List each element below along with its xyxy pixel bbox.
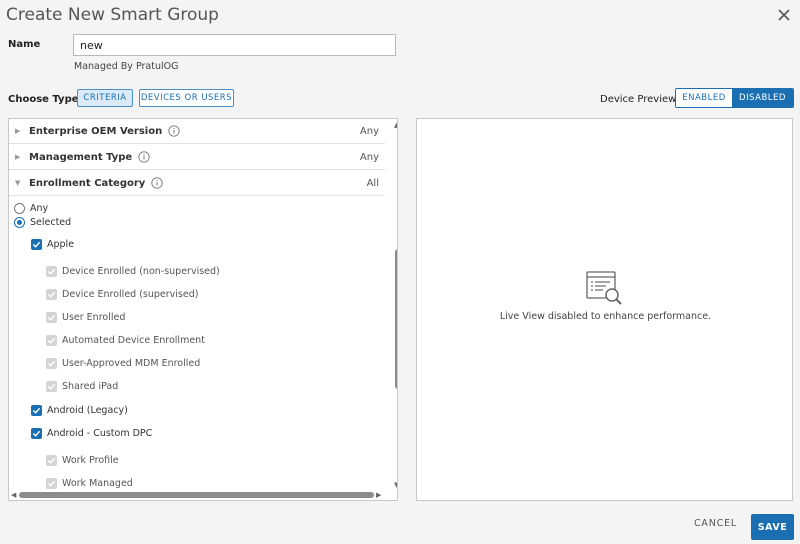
checkbox-checked-icon[interactable] (46, 455, 57, 466)
horizontal-scrollbar-thumb[interactable] (19, 492, 374, 498)
criteria-label: Enterprise OEM Version (29, 125, 163, 137)
criteria-panel: ▶ Enterprise OEM Version Any ▶ Managemen… (8, 118, 398, 501)
checkbox-checked-icon[interactable] (46, 335, 57, 346)
criteria-row-enterprise-oem-version[interactable]: ▶ Enterprise OEM Version Any (9, 119, 385, 144)
checkbox-checked-icon[interactable] (46, 289, 57, 300)
radio-label: Any (30, 203, 49, 214)
live-view-search-icon (586, 271, 622, 305)
checkbox-android-child[interactable]: Work Profile (46, 455, 119, 466)
criteria-value: All (366, 177, 379, 189)
vertical-scrollbar-thumb[interactable] (395, 249, 397, 389)
criteria-button[interactable]: CRITERIA (77, 89, 133, 107)
scroll-down-icon[interactable]: ▼ (394, 481, 397, 489)
dialog-title: Create New Smart Group (6, 5, 219, 25)
checkbox-label: Android (Legacy) (47, 405, 128, 416)
checkbox-label: Device Enrolled (supervised) (62, 289, 199, 300)
cancel-button[interactable]: CANCEL (694, 518, 737, 529)
checkbox-android-child[interactable]: Work Managed (46, 478, 133, 489)
save-button[interactable]: SAVE (751, 514, 794, 540)
checkbox-checked-icon[interactable] (46, 381, 57, 392)
checkbox-apple-child[interactable]: Device Enrolled (supervised) (46, 289, 198, 300)
close-icon[interactable] (774, 5, 794, 25)
device-preview-panel: Live View disabled to enhance performanc… (416, 118, 793, 501)
disabled-button[interactable]: DISABLED (732, 89, 793, 107)
checkbox-label: Android - Custom DPC (47, 428, 153, 439)
checkbox-apple[interactable]: Apple (31, 239, 74, 250)
checkbox-apple-child[interactable]: Shared iPad (46, 381, 118, 392)
checkbox-label: Work Managed (62, 478, 133, 489)
checkbox-apple-child[interactable]: User Enrolled (46, 312, 125, 323)
checkbox-label: User Enrolled (62, 312, 126, 323)
info-icon[interactable] (138, 151, 150, 163)
radio-selected[interactable]: Selected (14, 217, 71, 228)
checkbox-android-custom-dpc[interactable]: Android - Custom DPC (31, 428, 152, 439)
checkbox-checked-icon[interactable] (46, 266, 57, 277)
checkbox-checked-icon[interactable] (31, 405, 42, 416)
managed-by-text: Managed By PratulOG (74, 61, 179, 72)
checkbox-label: Work Profile (62, 455, 119, 466)
checkbox-checked-icon[interactable] (46, 358, 57, 369)
device-preview-label: Device Preview (600, 94, 677, 105)
checkbox-apple-child[interactable]: Automated Device Enrollment (46, 335, 205, 346)
scroll-up-icon[interactable]: ▲ (394, 121, 397, 129)
info-icon[interactable] (151, 177, 163, 189)
criteria-row-management-type[interactable]: ▶ Management Type Any (9, 145, 385, 170)
criteria-label: Management Type (29, 151, 133, 163)
scroll-left-icon[interactable]: ◀ (11, 491, 16, 499)
radio-button[interactable] (14, 217, 25, 228)
radio-button[interactable] (14, 203, 25, 214)
criteria-row-enrollment-category[interactable]: ▼ Enrollment Category All (9, 171, 385, 196)
radio-label: Selected (30, 217, 72, 228)
checkbox-checked-icon[interactable] (46, 312, 57, 323)
checkbox-apple-child[interactable]: Device Enrolled (non-supervised) (46, 266, 220, 277)
choose-type-label: Choose Type (8, 94, 79, 105)
info-icon[interactable] (168, 125, 180, 137)
enabled-button[interactable]: ENABLED (676, 89, 732, 107)
checkbox-checked-icon[interactable] (31, 428, 42, 439)
name-input[interactable] (73, 34, 396, 56)
checkbox-label: Shared iPad (62, 381, 119, 392)
collapse-icon: ▼ (15, 179, 21, 187)
scroll-right-icon[interactable]: ▶ (376, 491, 381, 499)
live-view-disabled-message: Live View disabled to enhance performanc… (499, 311, 712, 322)
checkbox-label: User-Approved MDM Enrolled (62, 358, 201, 369)
expand-icon: ▶ (15, 127, 21, 135)
checkbox-label: Apple (47, 239, 75, 250)
criteria-label: Enrollment Category (29, 177, 146, 189)
devices-or-users-button[interactable]: DEVICES OR USERS (139, 89, 234, 107)
checkbox-label: Device Enrolled (non-supervised) (62, 266, 220, 277)
checkbox-checked-icon[interactable] (31, 239, 42, 250)
criteria-value: Any (359, 151, 379, 163)
expand-icon: ▶ (15, 153, 21, 161)
checkbox-apple-child[interactable]: User-Approved MDM Enrolled (46, 358, 200, 369)
checkbox-checked-icon[interactable] (46, 478, 57, 489)
radio-any[interactable]: Any (14, 203, 48, 214)
criteria-value: Any (359, 125, 379, 137)
checkbox-label: Automated Device Enrollment (62, 335, 205, 346)
name-label: Name (8, 39, 41, 50)
device-preview-toggle: ENABLED DISABLED (675, 88, 794, 108)
checkbox-android-legacy[interactable]: Android (Legacy) (31, 405, 128, 416)
